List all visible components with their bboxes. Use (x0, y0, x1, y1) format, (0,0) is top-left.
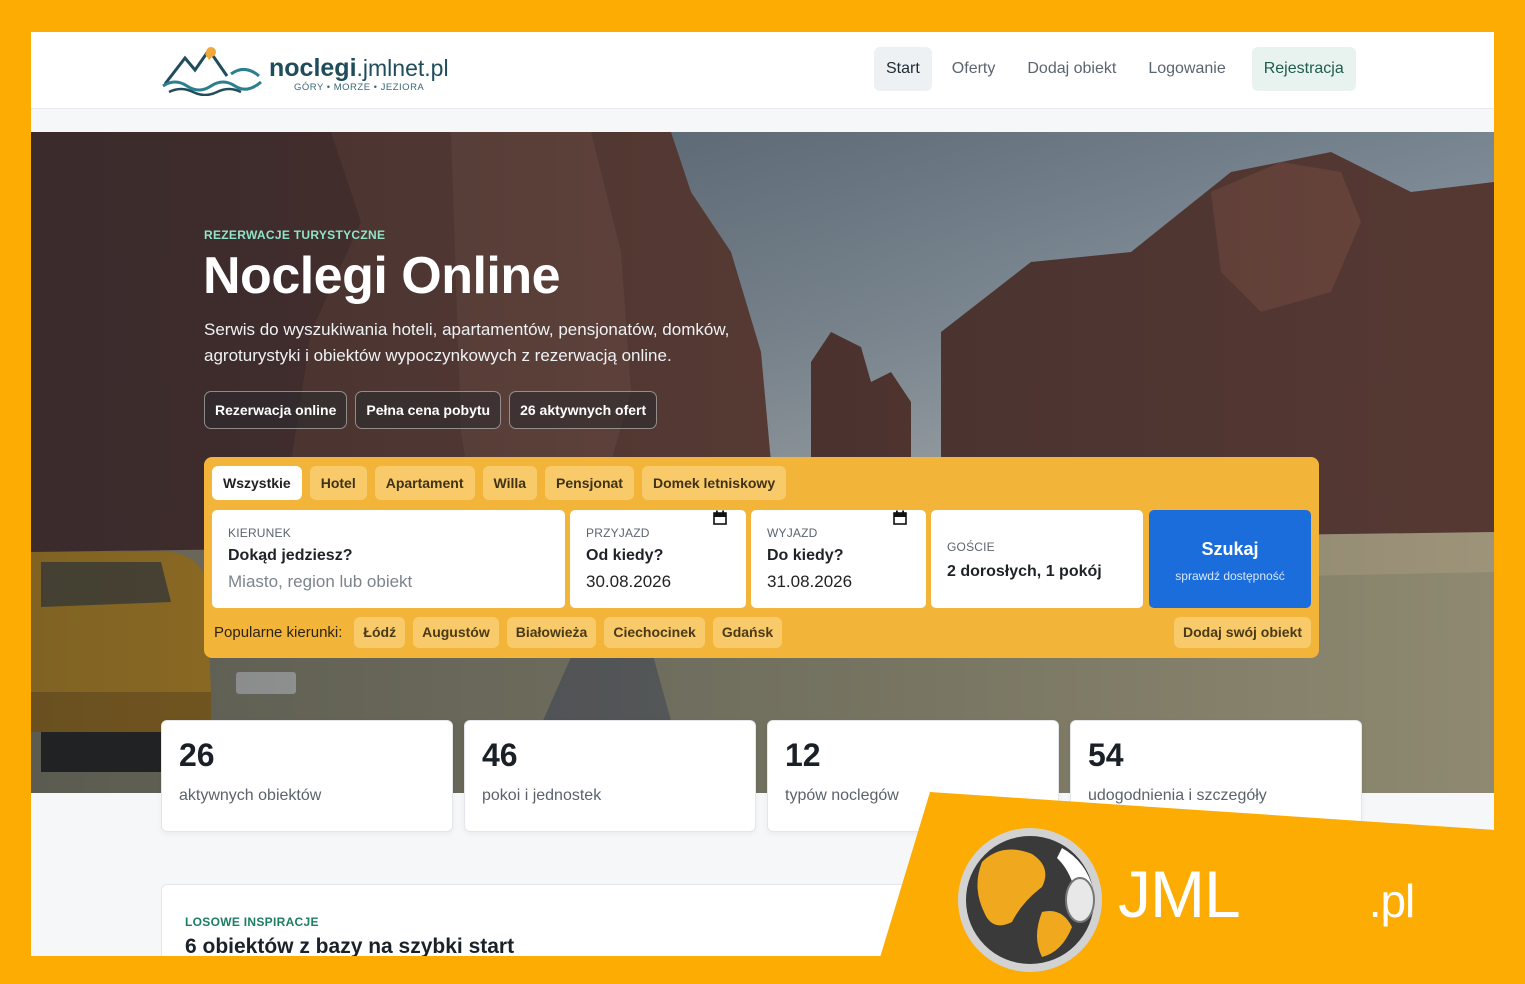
checkout-field[interactable]: WYJAZD Do kiedy? 31.08.2026 (751, 510, 926, 608)
checkin-label: PRZYJAZD (586, 526, 650, 540)
nav-start[interactable]: Start (874, 47, 932, 91)
hero-eyebrow: REZERWACJE TURYSTYCZNE (204, 228, 386, 242)
stat-label: pokoi i jednostek (482, 787, 602, 804)
inspirations-title: 6 obiektów z bazy na szybki start (185, 935, 515, 956)
destination-input[interactable]: Miasto, region lub obiekt (228, 572, 412, 592)
add-own-property-button[interactable]: Dodaj swój obiekt (1174, 617, 1312, 648)
destination-title: Dokąd jedziesz? (228, 547, 353, 564)
logo-tagline: GÓRY • MORZE • JEZIORA (294, 82, 425, 93)
tab-domek-letniskowy[interactable]: Domek letniskowy (641, 466, 787, 500)
popular-augustow[interactable]: Augustów (413, 617, 499, 648)
search-panel: Wszystkie Hotel Apartament Willa Pensjon… (204, 457, 1319, 658)
checkin-title: Od kiedy? (586, 547, 664, 564)
nav-logowanie[interactable]: Logowanie (1136, 47, 1237, 91)
guests-field[interactable]: GOŚCIE 2 dorosłych, 1 pokój (931, 510, 1143, 608)
nav-dodaj-obiekt[interactable]: Dodaj obiekt (1015, 47, 1128, 91)
stat-number: 26 (179, 737, 215, 773)
type-tabs: Wszystkie Hotel Apartament Willa Pensjon… (212, 466, 787, 500)
logo-name: noclegi.jmlnet.pl (269, 54, 449, 82)
popular-gdansk[interactable]: Gdańsk (712, 617, 783, 648)
tab-wszystkie[interactable]: Wszystkie (212, 466, 302, 500)
checkout-label: WYJAZD (767, 526, 818, 540)
destination-label: KIERUNEK (228, 526, 291, 540)
stat-label: aktywnych obiektów (179, 787, 322, 804)
mountain-wave-logo-icon (162, 47, 262, 97)
badge-pelna-cena: Pełna cena pobytu (355, 391, 502, 429)
popular-lodz[interactable]: Łódź (354, 617, 406, 648)
checkout-title: Do kiedy? (767, 547, 844, 564)
popular-ciechocinek[interactable]: Ciechocinek (604, 617, 705, 648)
tab-apartament[interactable]: Apartament (374, 466, 475, 500)
badge-rezerwacja-online: Rezerwacja online (204, 391, 348, 429)
nav-oferty[interactable]: Oferty (940, 47, 1008, 91)
stat-number: 12 (785, 737, 821, 773)
checkin-input[interactable]: 30.08.2026 (586, 572, 671, 592)
tab-pensjonat[interactable]: Pensjonat (545, 466, 634, 500)
popular-destinations: Popularne kierunki: Łódź Augustów Białow… (214, 617, 783, 648)
hero-title: Noclegi Online (203, 247, 561, 305)
destination-field[interactable]: KIERUNEK Dokąd jedziesz? Miasto, region … (212, 510, 565, 608)
popular-bialowieza[interactable]: Białowieża (506, 617, 597, 648)
main-nav: Start Oferty Dodaj obiekt Logowanie Reje… (874, 47, 1356, 91)
guests-label: GOŚCIE (947, 540, 995, 554)
calendar-icon[interactable] (893, 510, 907, 525)
jmlnet-brand-text: JMLNET.pl (1118, 857, 1415, 931)
calendar-icon[interactable] (713, 510, 727, 525)
search-button-label: Szukaj (1201, 539, 1259, 559)
search-button-sublabel: sprawdź dostępność (1175, 569, 1285, 583)
checkin-field[interactable]: PRZYJAZD Od kiedy? 30.08.2026 (570, 510, 746, 608)
hero-badges: Rezerwacja online Pełna cena pobytu 26 a… (204, 391, 658, 429)
stat-number: 54 (1088, 737, 1124, 773)
guests-value[interactable]: 2 dorosłych, 1 pokój (947, 563, 1102, 581)
hero-section: REZERWACJE TURYSTYCZNE Noclegi Online Se… (31, 132, 1494, 793)
search-button[interactable]: Szukaj sprawdź dostępność (1149, 510, 1311, 608)
site-logo[interactable]: noclegi.jmlnet.pl GÓRY • MORZE • JEZIORA (161, 44, 461, 97)
popular-label: Popularne kierunki: (214, 624, 343, 641)
stat-number: 46 (482, 737, 518, 773)
inspirations-eyebrow: LOSOWE INSPIRACJE (185, 915, 319, 929)
stat-card: 26 aktywnych obiektów (161, 720, 453, 832)
checkout-input[interactable]: 31.08.2026 (767, 572, 852, 592)
hero-description: Serwis do wyszukiwania hoteli, apartamen… (204, 320, 730, 365)
tab-hotel[interactable]: Hotel (309, 466, 367, 500)
site-header: noclegi.jmlnet.pl GÓRY • MORZE • JEZIORA… (31, 32, 1494, 109)
badge-aktywne-oferty: 26 aktywnych ofert (509, 391, 658, 429)
nav-rejestracja[interactable]: Rejestracja (1251, 47, 1356, 91)
tab-willa[interactable]: Willa (482, 466, 538, 500)
stat-card: 46 pokoi i jednostek (464, 720, 756, 832)
